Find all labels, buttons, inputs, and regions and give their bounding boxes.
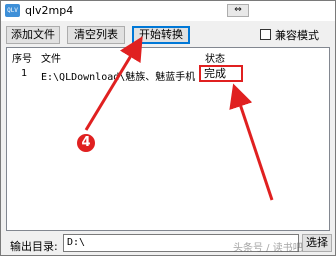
file-list[interactable]: 序号 文件 状态 1 E:\QLDownload\魅族、魅蓝手机... 完成: [6, 47, 330, 231]
compat-mode-checkbox[interactable]: [260, 29, 271, 40]
column-header-index[interactable]: 序号: [12, 50, 32, 65]
step-number-badge: 4: [81, 135, 91, 150]
add-files-button[interactable]: 添加文件: [6, 26, 60, 44]
row-file: E:\QLDownload\魅族、魅蓝手机...: [41, 72, 197, 83]
browse-button[interactable]: 选择: [302, 234, 332, 252]
compat-mode-label: 兼容模式: [275, 29, 319, 42]
row-status: 完成: [199, 65, 243, 82]
start-convert-button[interactable]: 开始转换: [132, 26, 190, 44]
title-bar: QLV qlv2mp4 ⇔: [1, 1, 335, 21]
app-window: QLV qlv2mp4 ⇔ 添加文件 清空列表 开始转换 兼容模式 序号 文件 …: [0, 0, 336, 256]
swap-arrows-icon[interactable]: ⇔: [227, 4, 249, 17]
row-index: 1: [21, 68, 28, 79]
clear-list-button[interactable]: 清空列表: [67, 26, 125, 44]
output-dir-label: 输出目录:: [10, 240, 58, 253]
window-title: qlv2mp4: [25, 4, 74, 17]
app-icon: QLV: [5, 4, 20, 17]
column-header-status[interactable]: 状态: [205, 50, 225, 65]
watermark: 头条号 / 读书吧: [233, 243, 303, 254]
column-header-file[interactable]: 文件: [41, 50, 61, 65]
